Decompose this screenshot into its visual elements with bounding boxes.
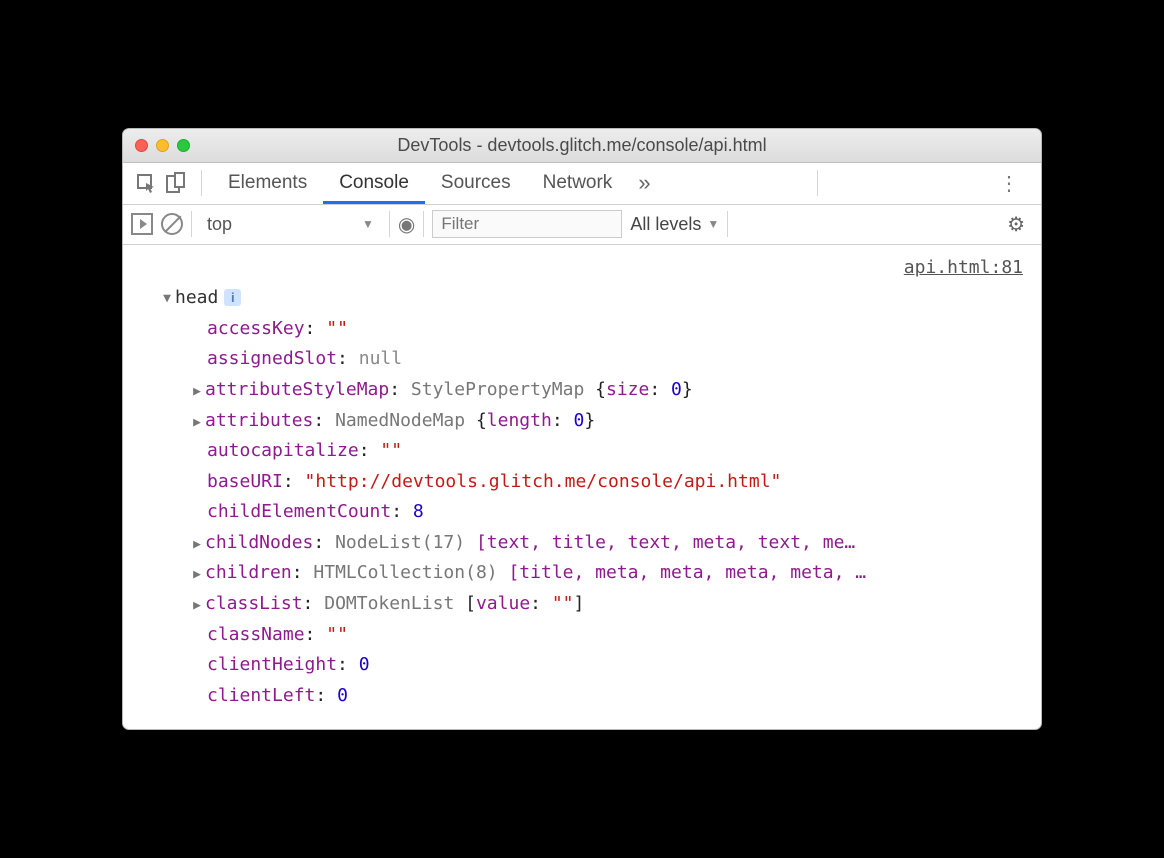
console-toolbar: top ▼ ◉ All levels ▼ ⚙ bbox=[123, 205, 1041, 245]
console-output: api.html:81 ▼headi accessKey: "" assigne… bbox=[123, 245, 1041, 730]
separator bbox=[201, 170, 202, 196]
more-tabs-icon[interactable]: » bbox=[628, 170, 660, 196]
tab-network[interactable]: Network bbox=[527, 163, 629, 204]
source-link[interactable]: api.html:81 bbox=[137, 253, 1027, 284]
separator bbox=[727, 211, 728, 237]
inspect-icon[interactable] bbox=[131, 168, 161, 198]
disclosure-triangle-icon[interactable]: ▼ bbox=[161, 288, 173, 310]
separator bbox=[423, 211, 424, 237]
prop-attributes[interactable]: ▶attributes: NamedNodeMap {length: 0} bbox=[137, 406, 1027, 437]
tab-elements[interactable]: Elements bbox=[212, 163, 323, 204]
info-icon[interactable]: i bbox=[224, 289, 241, 306]
titlebar: DevTools - devtools.glitch.me/console/ap… bbox=[123, 129, 1041, 163]
separator bbox=[389, 211, 390, 237]
filter-input[interactable] bbox=[432, 210, 622, 238]
chevron-down-icon: ▼ bbox=[362, 217, 374, 231]
prop-attributeStyleMap[interactable]: ▶attributeStyleMap: StylePropertyMap {si… bbox=[137, 375, 1027, 406]
window-title: DevTools - devtools.glitch.me/console/ap… bbox=[123, 135, 1041, 156]
tab-sources[interactable]: Sources bbox=[425, 163, 527, 204]
context-value: top bbox=[207, 214, 232, 235]
disclosure-triangle-icon[interactable]: ▶ bbox=[191, 381, 203, 403]
prop-children[interactable]: ▶children: HTMLCollection(8) [title, met… bbox=[137, 558, 1027, 589]
prop-className[interactable]: className: "" bbox=[137, 620, 1027, 651]
log-levels-selector[interactable]: All levels ▼ bbox=[630, 214, 719, 235]
disclosure-triangle-icon[interactable]: ▶ bbox=[191, 534, 203, 556]
object-header[interactable]: ▼headi bbox=[137, 283, 1027, 314]
prop-clientLeft[interactable]: clientLeft: 0 bbox=[137, 681, 1027, 712]
maximize-icon[interactable] bbox=[177, 139, 190, 152]
prop-clientHeight[interactable]: clientHeight: 0 bbox=[137, 650, 1027, 681]
disclosure-triangle-icon[interactable]: ▶ bbox=[191, 412, 203, 434]
separator bbox=[817, 170, 818, 196]
prop-classList[interactable]: ▶classList: DOMTokenList [value: ""] bbox=[137, 589, 1027, 620]
sidebar-toggle-icon[interactable] bbox=[131, 213, 153, 235]
object-name: head bbox=[175, 287, 218, 308]
devtools-window: DevTools - devtools.glitch.me/console/ap… bbox=[122, 128, 1042, 731]
close-icon[interactable] bbox=[135, 139, 148, 152]
levels-label: All levels bbox=[630, 214, 701, 235]
prop-accessKey[interactable]: accessKey: "" bbox=[137, 314, 1027, 345]
eye-icon[interactable]: ◉ bbox=[398, 212, 415, 237]
tabbar: Elements Console Sources Network » ⋮ bbox=[123, 163, 1041, 205]
kebab-menu-icon[interactable]: ⋮ bbox=[985, 171, 1033, 196]
prop-baseURI[interactable]: baseURI: "http://devtools.glitch.me/cons… bbox=[137, 467, 1027, 498]
prop-autocapitalize[interactable]: autocapitalize: "" bbox=[137, 436, 1027, 467]
prop-childElementCount[interactable]: childElementCount: 8 bbox=[137, 497, 1027, 528]
minimize-icon[interactable] bbox=[156, 139, 169, 152]
chevron-down-icon: ▼ bbox=[707, 217, 719, 231]
tab-console[interactable]: Console bbox=[323, 163, 425, 204]
clear-console-icon[interactable] bbox=[161, 213, 183, 235]
prop-assignedSlot[interactable]: assignedSlot: null bbox=[137, 344, 1027, 375]
separator bbox=[191, 211, 192, 237]
disclosure-triangle-icon[interactable]: ▶ bbox=[191, 564, 203, 586]
disclosure-triangle-icon[interactable]: ▶ bbox=[191, 595, 203, 617]
traffic-lights bbox=[135, 139, 190, 152]
context-selector[interactable]: top ▼ bbox=[200, 211, 381, 238]
gear-icon[interactable]: ⚙ bbox=[1007, 212, 1033, 237]
prop-childNodes[interactable]: ▶childNodes: NodeList(17) [text, title, … bbox=[137, 528, 1027, 559]
device-toggle-icon[interactable] bbox=[161, 168, 191, 198]
